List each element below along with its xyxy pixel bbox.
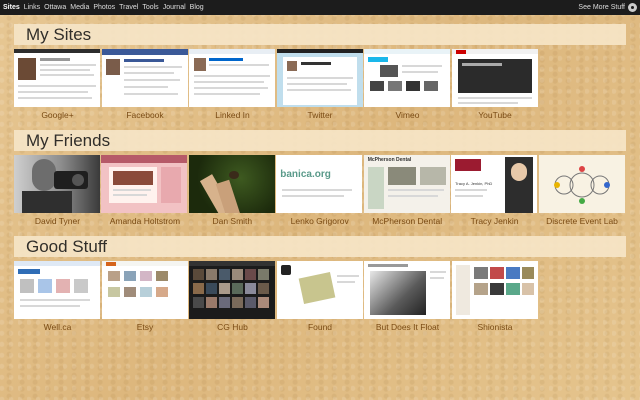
- tile-caption: Discrete Event Lab: [546, 216, 618, 226]
- thumbnail-dan-smith: [188, 155, 275, 213]
- tile-caption: Etsy: [136, 322, 154, 332]
- tile-tracy-jenkin[interactable]: Tracy A. Jenkin, PhD Tracy Jenkin: [451, 155, 538, 226]
- thumbnail-amanda-holtstrom: [101, 155, 188, 213]
- nav-link-tools[interactable]: Tools: [142, 0, 158, 15]
- thumbnail-well-ca: [14, 261, 100, 319]
- tile-caption: Amanda Holtstrom: [109, 216, 181, 226]
- tile-discrete-event-lab[interactable]: Discrete Event Lab: [538, 155, 626, 226]
- see-more-stuff-link[interactable]: See More Stuff: [578, 0, 625, 15]
- thumbnail-linkedin: [189, 49, 275, 107]
- thumbnail-vimeo: [364, 49, 450, 107]
- section-my-friends: My Friends David Tyner Amanda Holtstrom: [14, 130, 626, 226]
- tile-caption: Tracy Jenkin: [470, 216, 519, 226]
- section-title: My Sites: [14, 24, 626, 45]
- nav-link-travel[interactable]: Travel: [119, 0, 138, 15]
- tile-caption: Found: [307, 322, 333, 332]
- tile-lenko-grigorov[interactable]: banica.org Lenko Grigorov: [276, 155, 363, 226]
- nav-link-links[interactable]: Links: [24, 0, 40, 15]
- tile-youtube[interactable]: YouTube: [451, 49, 539, 120]
- tile-caption: Facebook: [126, 110, 164, 120]
- tile-caption: YouTube: [478, 110, 512, 120]
- tile-caption: Well.ca: [43, 322, 72, 332]
- tile-caption: Twitter: [307, 110, 333, 120]
- thumbnail-etsy: [101, 261, 188, 319]
- thumbnail-david-tyner: [14, 155, 100, 213]
- thumbnail-cg-hub: [189, 261, 275, 319]
- tile-row: David Tyner Amanda Holtstrom Dan Smith b…: [14, 155, 626, 226]
- tile-but-does-it-float[interactable]: But Does It Float: [364, 261, 451, 332]
- tile-amanda-holtstrom[interactable]: Amanda Holtstrom: [101, 155, 188, 226]
- tile-shionista[interactable]: Shionista: [451, 261, 539, 332]
- thumbnail-found: [276, 261, 363, 319]
- thumbnail-discrete-event-lab: [538, 155, 625, 213]
- thumbnail-but-does-it-float: [364, 261, 450, 319]
- section-my-sites: My Sites Google+ Facebook Linked In Twit…: [14, 24, 626, 120]
- section-title: Good Stuff: [14, 236, 626, 257]
- thumbnail-lenko-grigorov: banica.org: [276, 155, 363, 213]
- tile-caption: Google+: [41, 110, 74, 120]
- thumbnail-youtube: [451, 49, 538, 107]
- nav-link-media[interactable]: Media: [70, 0, 89, 15]
- thumbnail-shionista: [451, 261, 538, 319]
- tile-well-ca[interactable]: Well.ca: [14, 261, 101, 332]
- nav-link-sites[interactable]: Sites: [3, 0, 20, 15]
- tile-caption: McPherson Dental: [372, 216, 443, 226]
- tile-caption: CG Hub: [217, 322, 248, 332]
- tile-found[interactable]: Found: [276, 261, 364, 332]
- tile-google-plus[interactable]: Google+: [14, 49, 101, 120]
- tile-twitter[interactable]: Twitter: [276, 49, 364, 120]
- thumbnail-twitter: [276, 49, 363, 107]
- top-navigation-bar: Sites Links Ottawa Media Photos Travel T…: [0, 0, 640, 15]
- nav-link-blog[interactable]: Blog: [190, 0, 204, 15]
- banica-logo-text: banica.org: [280, 169, 331, 180]
- thumbnail-tracy-jenkin: Tracy A. Jenkin, PhD: [451, 155, 538, 213]
- thumbnail-facebook: [101, 49, 188, 107]
- top-nav-links: Sites Links Ottawa Media Photos Travel T…: [0, 0, 208, 15]
- tile-mcpherson-dental[interactable]: McPherson Dental McPherson Dental: [363, 155, 451, 226]
- tile-caption: Lenko Grigorov: [290, 216, 349, 226]
- thumbnail-mcpherson-dental: McPherson Dental: [363, 155, 450, 213]
- tile-caption: Dan Smith: [212, 216, 253, 226]
- tile-etsy[interactable]: Etsy: [101, 261, 189, 332]
- tile-linkedin[interactable]: Linked In: [189, 49, 276, 120]
- tile-row: Google+ Facebook Linked In Twitter Vimeo…: [14, 49, 626, 120]
- nav-link-photos[interactable]: Photos: [93, 0, 115, 15]
- tile-dan-smith[interactable]: Dan Smith: [188, 155, 276, 226]
- top-nav-right: See More Stuff: [578, 0, 640, 15]
- thumbnail-google-plus: [14, 49, 100, 107]
- tile-caption: Linked In: [215, 110, 250, 120]
- gear-icon[interactable]: [628, 3, 637, 12]
- tracy-name-text: Tracy A. Jenkin, PhD: [455, 181, 493, 186]
- section-good-stuff: Good Stuff Well.ca Etsy CG Hub Found But…: [14, 236, 626, 332]
- tile-row: Well.ca Etsy CG Hub Found But Does It Fl…: [14, 261, 626, 332]
- tile-caption: Shionista: [477, 322, 513, 332]
- mcpherson-header-text: McPherson Dental: [367, 157, 412, 163]
- nav-link-ottawa[interactable]: Ottawa: [44, 0, 66, 15]
- tile-caption: Vimeo: [395, 110, 420, 120]
- tile-david-tyner[interactable]: David Tyner: [14, 155, 101, 226]
- state-diagram: [553, 166, 610, 204]
- tile-caption: David Tyner: [34, 216, 81, 226]
- tile-caption: But Does It Float: [375, 322, 440, 332]
- tile-cg-hub[interactable]: CG Hub: [189, 261, 276, 332]
- section-title: My Friends: [14, 130, 626, 151]
- nav-link-journal[interactable]: Journal: [163, 0, 186, 15]
- tile-facebook[interactable]: Facebook: [101, 49, 189, 120]
- tile-vimeo[interactable]: Vimeo: [364, 49, 451, 120]
